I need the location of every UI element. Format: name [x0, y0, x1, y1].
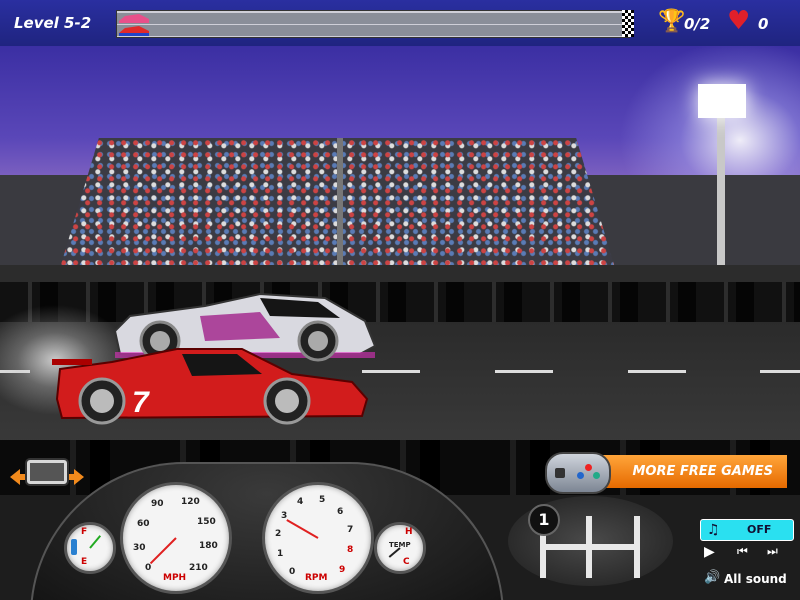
progress-car-icons — [119, 14, 149, 36]
heart-icon: ♥ — [727, 6, 751, 36]
lane-marking — [628, 370, 686, 373]
opponent-marker-icon — [119, 14, 149, 23]
music-state: OFF — [747, 523, 772, 536]
lane-marking — [760, 370, 800, 373]
car-number: 7 — [132, 386, 150, 419]
rpm-unit: RPM — [305, 573, 328, 583]
checkered-flag-icon — [622, 10, 634, 37]
music-note-icon: ♫ — [707, 522, 720, 538]
speed-needle — [149, 537, 177, 565]
speed-tick: 120 — [181, 497, 200, 507]
play-icon[interactable]: ▶ — [704, 544, 715, 560]
music-toggle-button[interactable]: ♫ OFF — [700, 519, 794, 541]
speed-tick: 180 — [199, 541, 218, 551]
tachometer: 0 1 2 3 4 5 6 7 8 9 RPM — [262, 482, 374, 594]
speed-tick: 60 — [137, 519, 150, 529]
fuel-gauge: F E — [64, 522, 116, 574]
fuel-empty-label: E — [81, 557, 88, 567]
rpm-tick: 5 — [319, 495, 326, 505]
trophy-count: 0/2 — [684, 15, 711, 33]
temp-gauge: H C TEMP — [374, 522, 426, 574]
rpm-tick: 1 — [277, 549, 284, 559]
level-label: Level 5-2 — [14, 14, 92, 32]
speed-tick: 0 — [145, 563, 152, 573]
speed-tick: 210 — [189, 563, 208, 573]
speedometer: 0 30 60 90 120 150 180 210 MPH — [120, 482, 232, 594]
race-progress-bar — [116, 10, 630, 38]
floodlight — [698, 84, 746, 118]
fuel-icon — [71, 539, 77, 555]
lives-count: 0 — [758, 15, 769, 33]
trophy-icon: 🏆 — [658, 9, 686, 34]
opponent-lane — [117, 13, 629, 24]
floodlight-pole — [717, 118, 725, 268]
next-icon[interactable]: ⏭ — [767, 544, 778, 559]
speed-unit: MPH — [163, 573, 187, 583]
rpm-tick: 9 — [339, 565, 346, 575]
rpm-tick: 7 — [347, 525, 354, 535]
more-free-games-button[interactable]: MORE FREE GAMES — [592, 455, 787, 488]
temp-hot-label: H — [405, 527, 413, 537]
shift-gate — [540, 544, 640, 550]
previous-icon[interactable]: ⏮ — [737, 544, 748, 559]
speed-tick: 150 — [197, 517, 216, 527]
fuel-needle — [89, 535, 102, 549]
speed-tick: 90 — [151, 499, 164, 509]
game-stage[interactable]: 7 Level 5-2 🏆 0/2 ♥ 0 MORE FREE GAMES F — [0, 0, 800, 600]
player-lane — [117, 25, 629, 36]
speaker-icon[interactable]: 🔊 — [704, 570, 720, 585]
fuel-full-label: F — [81, 527, 88, 537]
gear-indicator: 1 — [528, 504, 560, 536]
rpm-tick: 8 — [347, 545, 354, 555]
tilt-phone-icon[interactable] — [8, 455, 86, 495]
rpm-tick: 6 — [337, 507, 344, 517]
all-sound-button[interactable]: All sound — [724, 572, 787, 586]
rpm-tick: 4 — [297, 497, 304, 507]
player-car: 7 — [52, 348, 369, 425]
rpm-needle — [286, 519, 319, 539]
temp-cold-label: C — [403, 557, 410, 567]
lane-marking — [495, 370, 553, 373]
rpm-tick: 2 — [275, 529, 282, 539]
speed-tick: 30 — [133, 543, 146, 553]
rpm-tick: 0 — [289, 567, 296, 577]
grandstand-divider — [337, 138, 343, 268]
gamepad-icon[interactable] — [545, 452, 611, 494]
